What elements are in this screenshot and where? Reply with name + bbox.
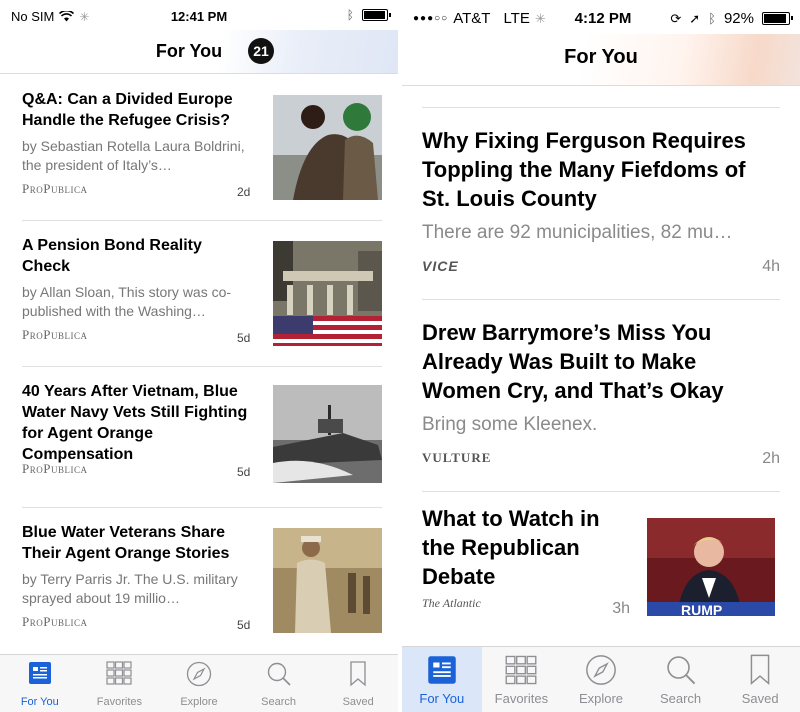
tab-label: For You [20,696,59,708]
tab-bar: For You Favorites Explore Search Saved [402,646,800,712]
grid-icon [505,655,537,685]
bluetooth-icon: ᛒ [708,11,716,26]
story-card[interactable]: Q&A: Can a Divided Europe Handle the Ref… [22,75,382,221]
publisher-logo: ProPublica [22,327,88,342]
story-headline[interactable]: What to Watch in the Republican Debate [422,504,632,591]
story-card[interactable]: Drew Barrymore’s Miss You Already Was Bu… [422,300,780,492]
news-feed: Q&A: Can a Divided Europe Handle the Ref… [0,75,398,654]
publisher-logo: ProPublica [22,461,88,476]
status-right: ᛒ [346,8,391,22]
tab-search[interactable]: Search [641,647,721,712]
status-time: 12:41 PM [170,9,228,24]
status-right: ⟳ ➚ ᛒ 92% [670,10,793,27]
publisher-logo: ProPublica [22,614,88,629]
story-headline[interactable]: Blue Water Veterans Share Their Agent Or… [22,522,254,564]
story-excerpt: There are 92 municipalities, 82 mu… [422,222,733,243]
story-age: 2d [237,185,251,199]
news-feed: Why Fixing Ferguson Requires Toppling th… [402,86,800,642]
tab-label: Favorites [494,691,549,706]
location-arrow-icon: ➚ [689,10,701,26]
bluetooth-icon: ᛒ [346,8,354,22]
tab-label: Saved [342,696,374,708]
story-card[interactable]: A Pension Bond Reality Check by Allan Sl… [22,221,382,367]
publisher-logo: The Atlantic [422,596,481,610]
tab-label: Explore [578,691,624,706]
feed-separator [422,86,780,108]
story-thumbnail[interactable] [273,385,382,483]
tab-for-you[interactable]: For You [0,655,80,712]
search-icon [267,662,291,686]
story-headline[interactable]: 40 Years After Vietnam, Blue Water Navy … [22,381,254,465]
battery-icon [762,12,793,25]
tab-saved[interactable]: Saved [720,647,800,712]
publisher-logo: ProPublica [22,181,88,196]
publisher-logo: VICE [422,258,459,274]
bookmark-icon [350,661,366,687]
tab-explore[interactable]: Explore [159,655,239,712]
story-thumbnail[interactable] [273,241,382,346]
tab-bar: For You Favorites Explore Search Saved [0,654,398,712]
story-excerpt: Bring some Kleenex. [422,414,598,435]
unread-count-badge[interactable]: 21 [248,38,274,64]
grid-icon [106,661,132,685]
tab-saved[interactable]: Saved [318,655,398,712]
story-headline[interactable]: Q&A: Can a Divided Europe Handle the Ref… [22,89,254,131]
compass-icon [586,655,616,685]
story-card[interactable]: Why Fixing Ferguson Requires Toppling th… [422,108,780,300]
svg-text:RUMP: RUMP [681,602,722,616]
nav-bar: For You 21 [0,30,398,74]
newspaper-icon [28,662,51,684]
story-age: 3h [612,600,630,617]
tab-search[interactable]: Search [239,655,319,712]
tab-label: Search [261,696,296,708]
publisher-logo: VULTURE [422,450,492,465]
battery-percent: 92% [723,10,754,27]
story-card[interactable]: 40 Years After Vietnam, Blue Water Navy … [22,367,382,508]
rotation-lock-icon: ⟳ [670,10,682,26]
page-title: For You [155,41,223,61]
story-age: 5d [237,331,251,345]
story-headline[interactable]: A Pension Bond Reality Check [22,235,254,277]
story-age: 2h [762,450,780,467]
story-thumbnail[interactable]: RUMP [647,518,775,616]
status-bar: No SIM ✳ 12:41 PM ᛒ [0,0,398,34]
tab-label: Favorites [96,696,143,708]
bookmark-icon [750,654,770,686]
tab-label: For You [419,691,465,706]
story-card[interactable]: Blue Water Veterans Share Their Agent Or… [22,508,382,654]
tab-favorites[interactable]: Favorites [80,655,160,712]
tab-label: Explore [180,696,218,708]
story-age: 4h [762,258,780,275]
tab-explore[interactable]: Explore [561,647,641,712]
compass-icon [186,661,212,687]
tab-label: Saved [741,691,779,706]
nav-bar: For You [402,34,800,86]
battery-icon [362,9,391,21]
story-card[interactable]: What to Watch in the Republican Debate T… [422,492,780,642]
tab-favorites[interactable]: Favorites [482,647,562,712]
story-headline[interactable]: Drew Barrymore’s Miss You Already Was Bu… [422,318,772,405]
story-excerpt: by Sebastian Rotella Laura Boldrini, the… [22,138,245,173]
tab-label: Search [659,691,702,706]
story-thumbnail[interactable] [273,95,382,200]
story-age: 5d [237,465,251,479]
tab-for-you[interactable]: For You [402,647,482,712]
story-excerpt: by Terry Parris Jr. The U.S. military sp… [22,571,238,606]
story-headline[interactable]: Why Fixing Ferguson Requires Toppling th… [422,126,772,213]
story-excerpt: by Allan Sloan, This story was co-publis… [22,284,232,319]
page-title: For You [564,46,638,68]
newspaper-icon [428,656,456,684]
story-thumbnail[interactable] [273,528,382,633]
phone-left: No SIM ✳ 12:41 PM ᛒ For You 21 Q&A: Can … [0,0,398,712]
story-age: 5d [237,618,251,632]
status-bar: ●●●○○ AT&T LTE ✳ 4:12 PM ⟳ ➚ ᛒ 92% [402,0,800,34]
phone-right: ●●●○○ AT&T LTE ✳ 4:12 PM ⟳ ➚ ᛒ 92% For Y… [402,0,800,712]
search-icon [666,656,695,685]
